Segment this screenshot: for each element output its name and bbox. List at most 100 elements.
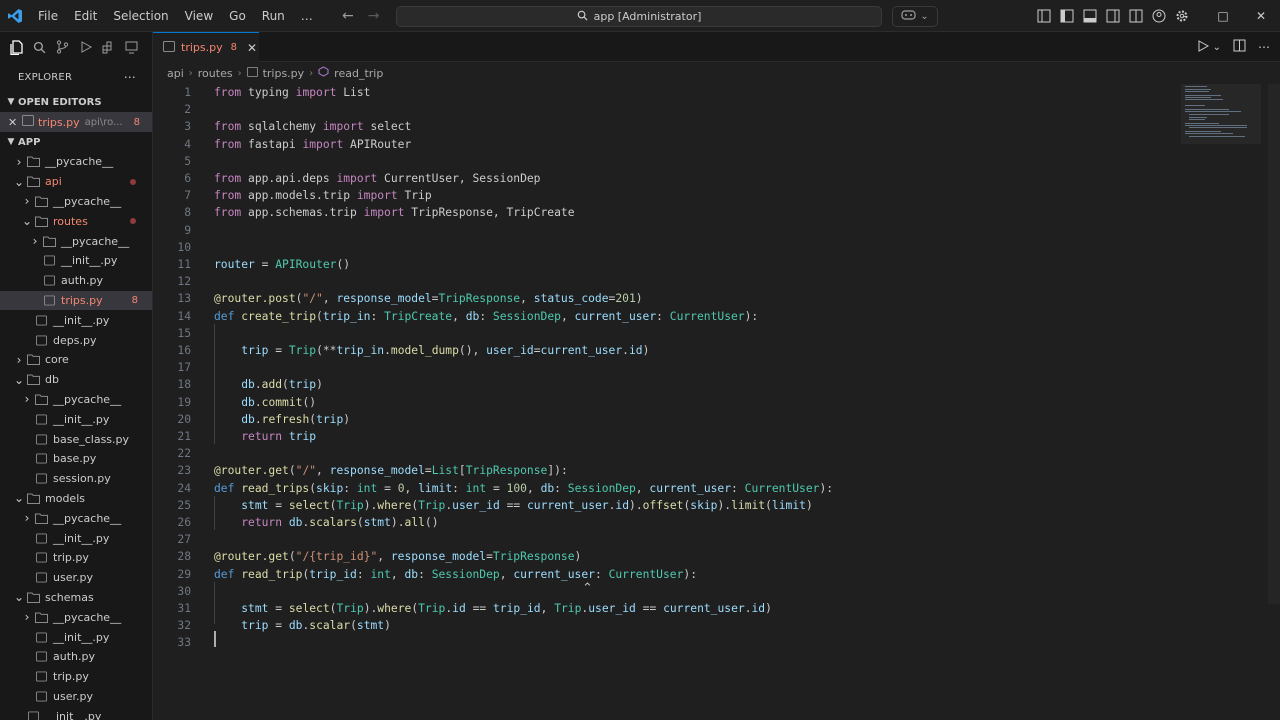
folder-item[interactable]: › __pycache__ [0, 231, 152, 251]
app-folder-section[interactable]: ▼ APP [0, 132, 152, 152]
code-token: int [465, 481, 487, 495]
close-icon[interactable]: ✕ [1242, 0, 1280, 32]
code-token: : [479, 309, 493, 323]
folder-item[interactable]: ⌄ db [0, 370, 152, 390]
menu-item[interactable]: … [293, 0, 321, 32]
menu-item[interactable]: Go [221, 0, 254, 32]
folder-item[interactable]: ⌄ schemas [0, 588, 152, 608]
file-item[interactable]: user.py [0, 687, 152, 707]
split-layout-icon[interactable] [1128, 9, 1143, 24]
tab-trips-py[interactable]: trips.py 8 ✕ [153, 32, 259, 62]
open-editors-section[interactable]: ▼ OPEN EDITORS [0, 92, 152, 112]
file-item[interactable]: base.py [0, 449, 152, 469]
more-actions-icon[interactable]: ⋯ [1258, 40, 1270, 54]
extensions-icon[interactable] [100, 39, 117, 56]
menu-item[interactable]: Run [254, 0, 293, 32]
code-token: ). [390, 516, 405, 529]
file-item[interactable]: trips.py 8 [0, 290, 152, 311]
breadcrumb-item[interactable]: trips.py [263, 67, 305, 80]
run-debug-icon[interactable] [77, 39, 94, 56]
close-icon[interactable]: ✕ [247, 41, 257, 55]
split-editor-icon[interactable] [1233, 39, 1246, 55]
python-file-icon [34, 671, 48, 683]
folder-item[interactable]: › __pycache__ [0, 607, 152, 627]
menu-item[interactable]: View [177, 0, 221, 32]
file-item[interactable]: base_class.py [0, 429, 152, 449]
code-token: import [336, 172, 378, 185]
code-token: . [622, 344, 629, 357]
toggle-secondary-sidebar-icon[interactable] [1105, 9, 1120, 24]
folder-item[interactable]: › __pycache__ [0, 192, 152, 212]
tree-item-label: __init__.py [53, 313, 110, 327]
file-item[interactable]: __init__.py [0, 706, 152, 720]
tree-item-label: schemas [45, 590, 94, 604]
code-editor[interactable]: 1 from typing import List 2 3 from sqlalchem… [153, 84, 1280, 720]
code-text: trip = Trip(**trip_in.model_dump(), user… [214, 342, 649, 359]
chevron-down-icon: ⌄ [21, 214, 33, 229]
code-token: == [499, 498, 527, 512]
search-icon[interactable] [31, 39, 48, 56]
code-token: response_model [390, 550, 487, 564]
file-item[interactable]: trip.py [0, 548, 152, 568]
breadcrumb-item[interactable]: read_trip [334, 67, 383, 80]
remote-explorer-icon[interactable] [123, 39, 140, 56]
file-item[interactable]: auth.py [0, 647, 152, 667]
code-token: from [214, 189, 242, 203]
menu-item[interactable]: File [30, 0, 66, 32]
root-folder-label: APP [18, 136, 41, 148]
menu-bar: File Edit Selection View Go Run… [30, 0, 321, 32]
files-icon[interactable] [8, 39, 25, 56]
folder-item[interactable]: ⌄ api [0, 172, 152, 192]
file-item[interactable]: auth.py [0, 271, 152, 291]
folder-item[interactable]: › core [0, 350, 152, 370]
folder-icon [26, 176, 40, 188]
maximize-icon[interactable]: □ [1204, 0, 1242, 32]
code-line: 8 from app.schemas.trip import TripRespon… [153, 204, 1173, 221]
file-item[interactable]: __init__.py [0, 409, 152, 429]
command-center-search[interactable]: app [Administrator] [396, 6, 882, 27]
toggle-panel-icon[interactable] [1082, 9, 1097, 24]
file-item[interactable]: __init__.py [0, 251, 152, 271]
code-token: Trip [336, 602, 364, 615]
breadcrumb-item[interactable]: routes [198, 67, 233, 80]
vertical-scrollbar[interactable] [1268, 84, 1280, 604]
code-token: trip_id [309, 567, 357, 581]
folder-item[interactable]: › __pycache__ [0, 390, 152, 410]
customize-layout-icon[interactable] [1036, 9, 1051, 24]
source-control-icon[interactable] [54, 39, 71, 56]
accounts-icon[interactable] [1151, 9, 1166, 24]
menu-item[interactable]: Selection [105, 0, 176, 32]
code-token: "/" [295, 464, 317, 478]
run-icon[interactable] [1197, 39, 1209, 55]
toggle-primary-sidebar-icon[interactable] [1059, 9, 1074, 24]
open-editor-item[interactable]: ✕ trips.py api\ro... 8 [0, 112, 152, 132]
breadcrumb-item[interactable]: api [167, 67, 184, 80]
folder-item[interactable]: ⌄ routes [0, 211, 152, 231]
folder-item[interactable]: ⌄ models [0, 489, 152, 509]
line-number: 22 [177, 447, 191, 461]
folder-item[interactable]: › __pycache__ [0, 152, 152, 172]
more-actions-icon[interactable]: ⋯ [124, 70, 136, 84]
forward-arrow-icon[interactable]: → [368, 8, 380, 24]
minimize-icon[interactable]: – [1166, 0, 1204, 32]
close-icon[interactable]: ✕ [8, 116, 22, 129]
code-token: user_id [486, 344, 534, 357]
file-item[interactable]: deps.py [0, 330, 152, 350]
back-arrow-icon[interactable]: ← [342, 8, 354, 24]
file-item[interactable]: __init__.py [0, 627, 152, 647]
tree-item-label: auth.py [53, 650, 95, 664]
minimap[interactable] [1181, 84, 1261, 144]
chevron-down-icon: ▼ [7, 97, 15, 107]
chevron-right-icon: › [24, 194, 30, 209]
file-item[interactable]: trip.py [0, 667, 152, 687]
file-item[interactable]: __init__.py [0, 310, 152, 330]
chevron-down-icon[interactable]: ⌄ [1213, 42, 1221, 53]
file-item[interactable]: session.py [0, 469, 152, 489]
file-item[interactable]: __init__.py [0, 528, 152, 548]
window-controls: – □ ✕ [1166, 0, 1280, 32]
file-item[interactable]: user.py [0, 568, 152, 588]
folder-item[interactable]: › __pycache__ [0, 508, 152, 528]
folder-icon [34, 195, 48, 207]
menu-item[interactable]: Edit [66, 0, 105, 32]
copilot-button[interactable]: ⌄ [892, 6, 938, 27]
